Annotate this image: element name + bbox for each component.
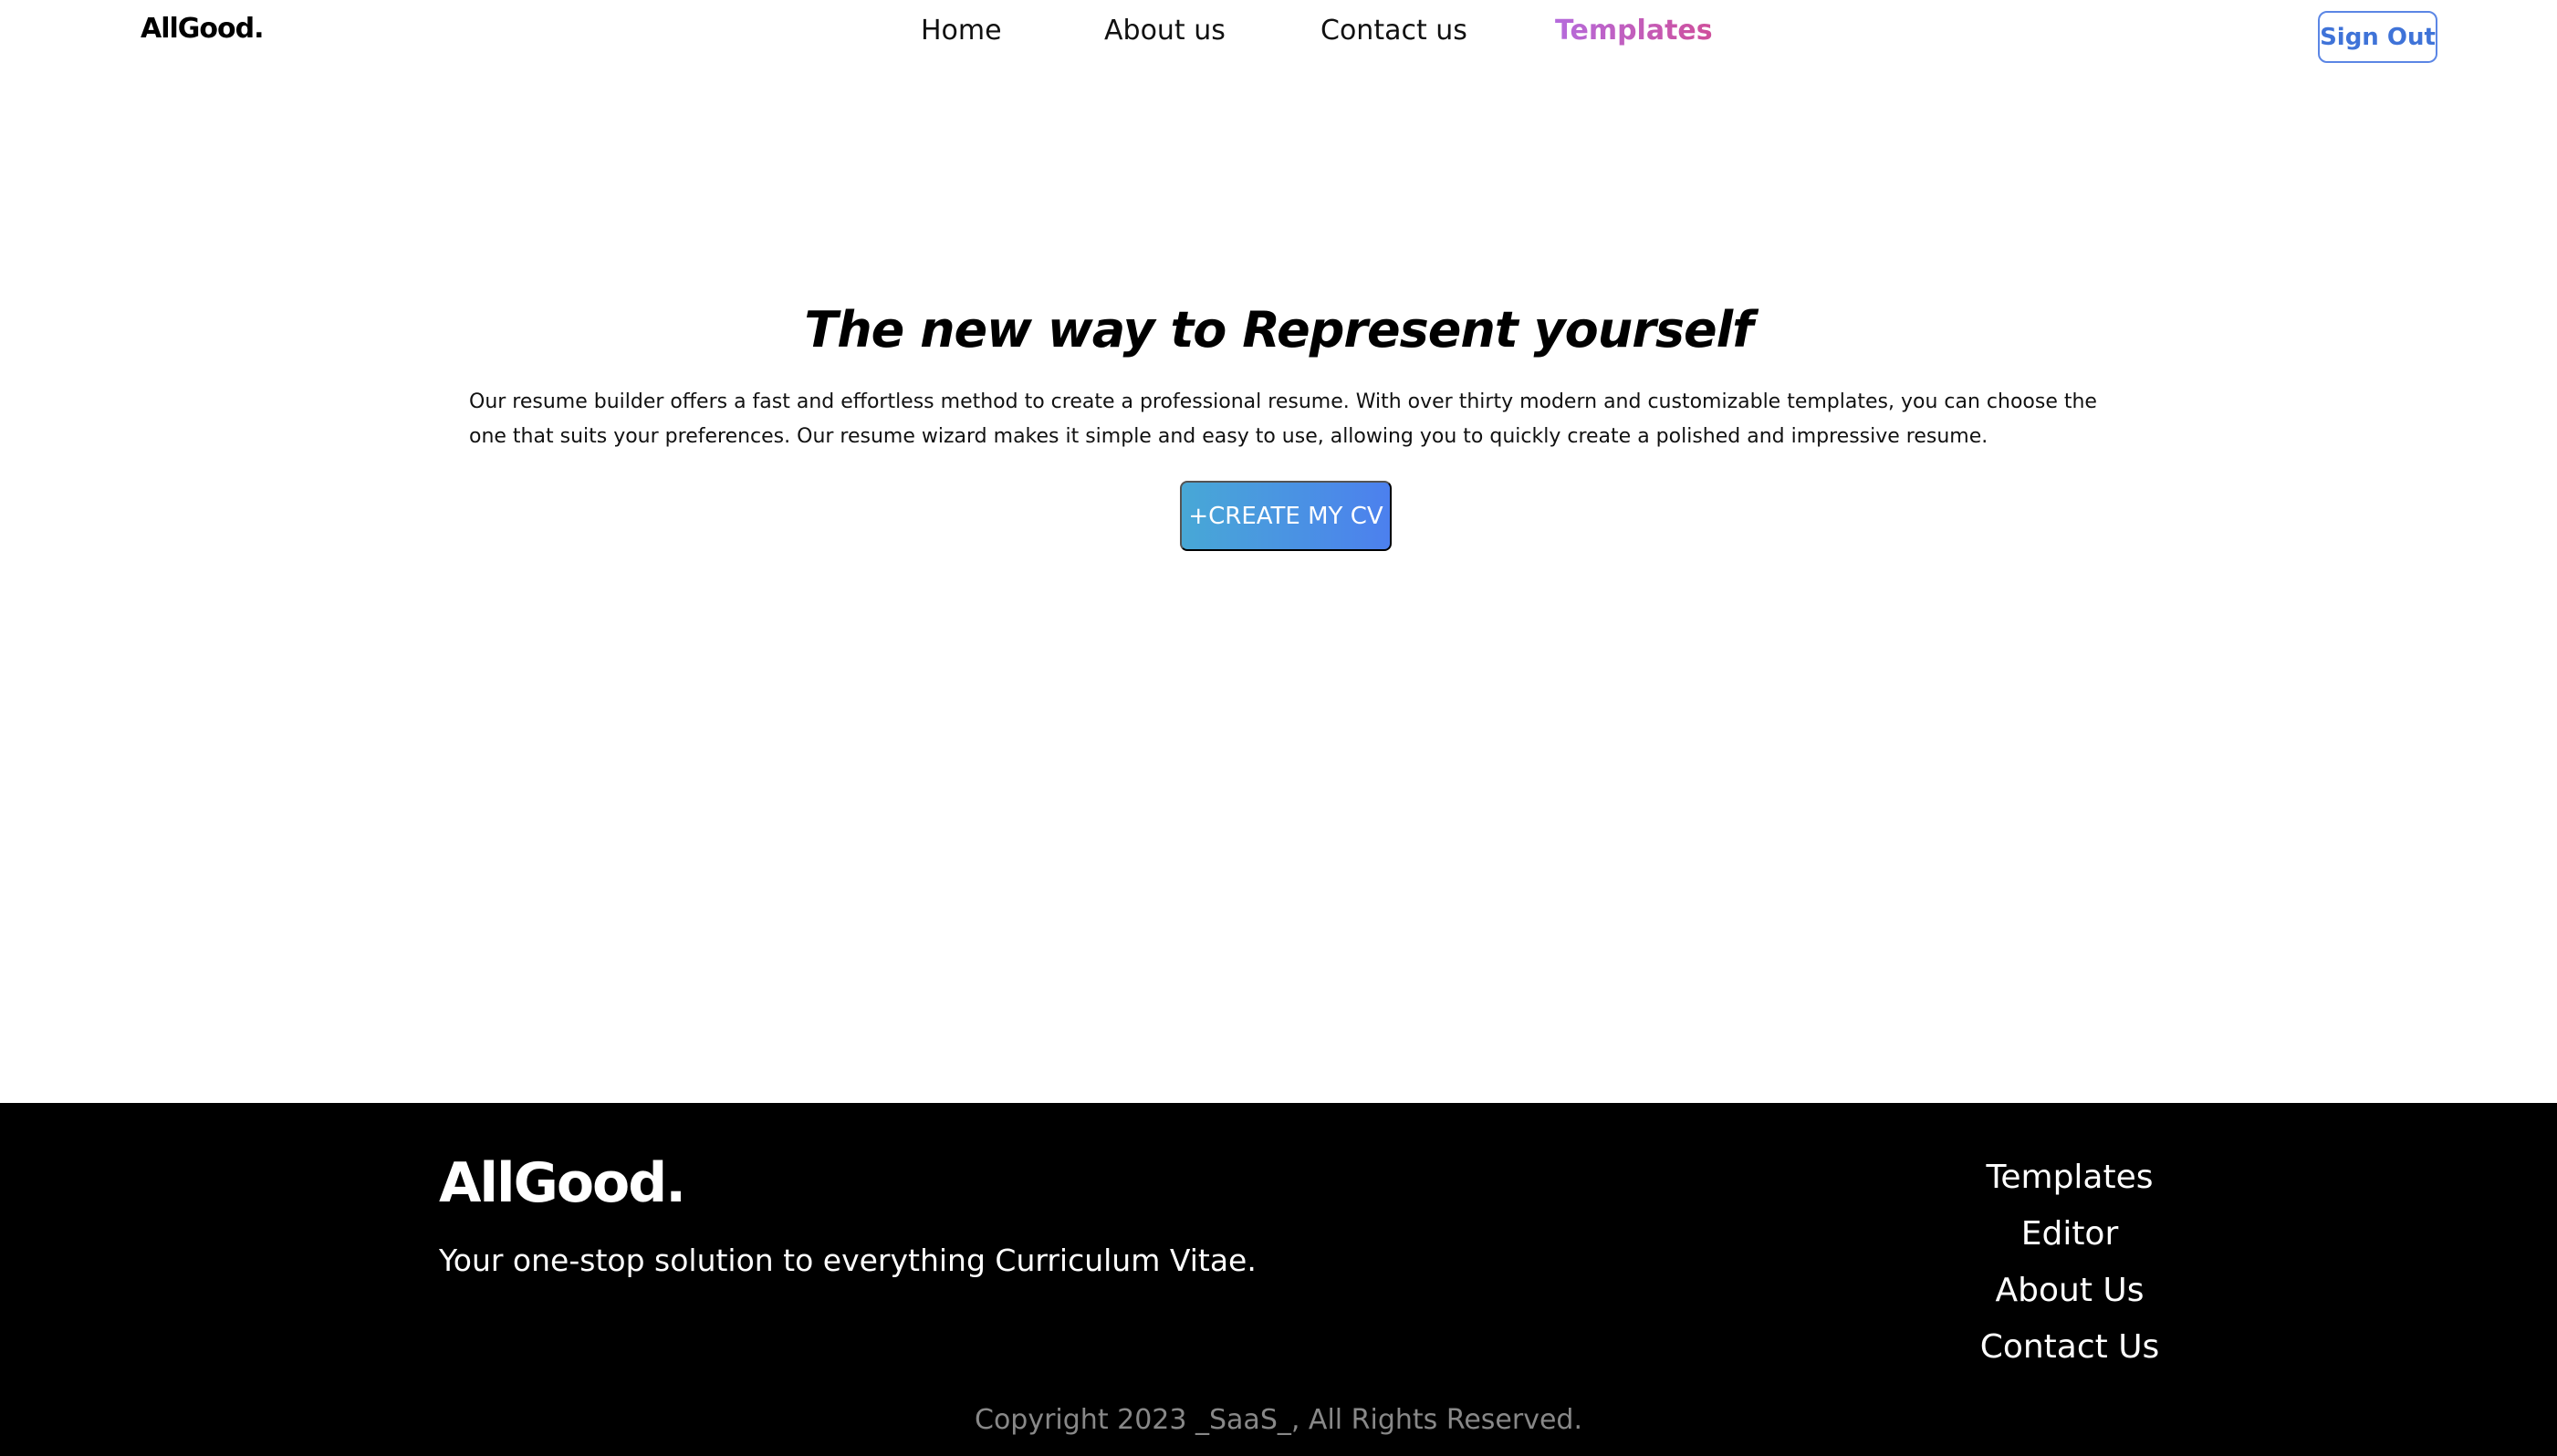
footer-link-contact-us[interactable]: Contact Us xyxy=(1944,1327,2196,1384)
hero-title: The new way to Represent yourself xyxy=(804,301,1753,359)
site-header: AllGood. Home About us Contact us Templa… xyxy=(0,0,2557,73)
footer-tagline: Your one-stop solution to everything Cur… xyxy=(439,1243,1257,1278)
nav-templates[interactable]: Templates xyxy=(1555,15,1713,47)
create-cv-button[interactable]: +CREATE MY CV xyxy=(1180,481,1392,551)
footer-link-templates[interactable]: Templates xyxy=(1944,1158,2196,1214)
copyright-text: Copyright 2023 _SaaS_, All Rights Reserv… xyxy=(975,1404,1582,1436)
footer-links: Templates Editor About Us Contact Us xyxy=(1944,1158,2196,1384)
main-nav: Home About us Contact us Templates xyxy=(0,15,2557,55)
nav-about-us[interactable]: About us xyxy=(1104,15,1226,47)
nav-home[interactable]: Home xyxy=(921,15,1002,47)
footer-logo: AllGood. xyxy=(439,1151,686,1215)
footer-link-editor[interactable]: Editor xyxy=(1944,1214,2196,1271)
sign-out-button[interactable]: Sign Out xyxy=(2318,11,2437,63)
nav-contact-us[interactable]: Contact us xyxy=(1320,15,1467,47)
site-footer: AllGood. Your one-stop solution to every… xyxy=(0,1103,2557,1456)
footer-link-about-us[interactable]: About Us xyxy=(1944,1271,2196,1327)
hero-description: Our resume builder offers a fast and eff… xyxy=(469,390,2097,448)
